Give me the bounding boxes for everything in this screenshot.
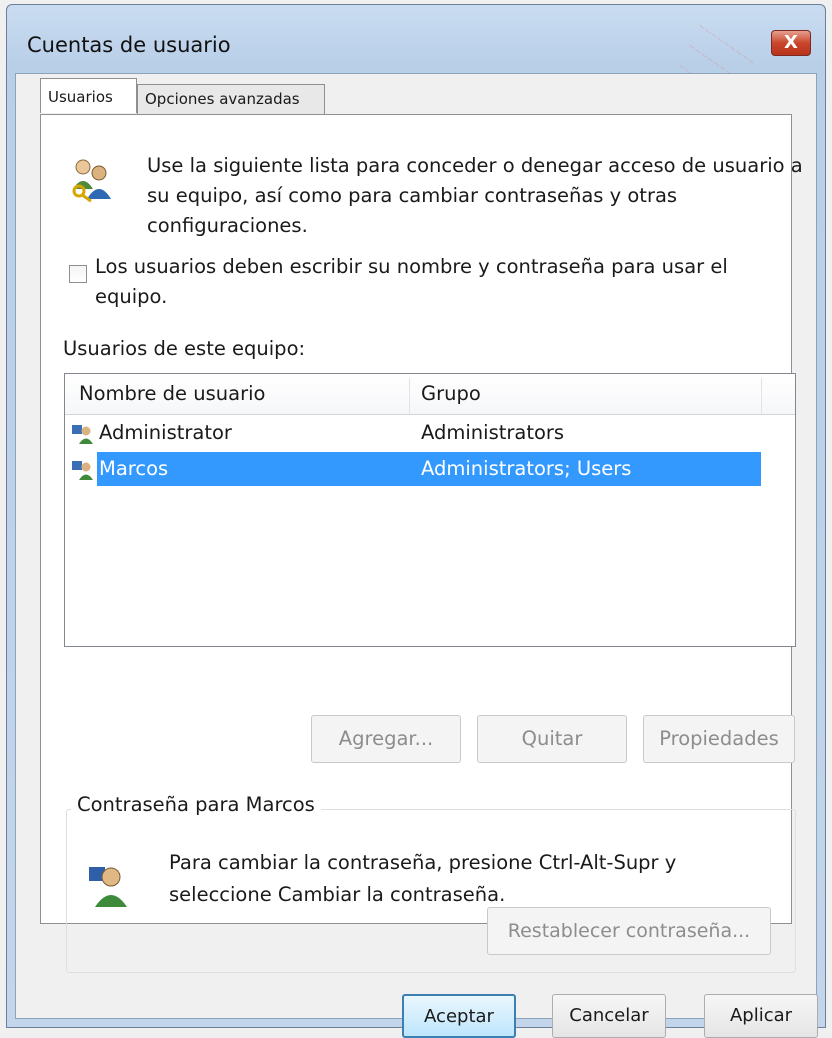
apply-button[interactable]: Aplicar <box>704 994 818 1038</box>
list-header: Nombre de usuario Grupo <box>65 374 795 415</box>
close-button[interactable]: X <box>771 30 811 56</box>
user-account-icon <box>72 461 93 480</box>
tab-usuarios[interactable]: Usuarios <box>40 78 137 113</box>
column-header-group[interactable]: Grupo <box>421 374 761 414</box>
table-row[interactable]: Marcos Administrators; Users <box>69 452 761 486</box>
require-login-label[interactable]: Los usuarios deben escribir su nombre y … <box>95 252 775 312</box>
user-account-icon <box>72 425 93 444</box>
require-login-checkbox[interactable] <box>69 265 87 283</box>
window-title: Cuentas de usuario <box>27 33 231 57</box>
dialog-client-area: Usuarios Opciones avanzadas Use la sigui… <box>15 73 818 1038</box>
close-icon: X <box>784 32 798 53</box>
user-accounts-window: ~~~~~~~~~ ~~~~~~~~~~ ~~~~~~~~~~~ ~~~~~~~… <box>6 4 826 1038</box>
dialog-button-bar: Aceptar Cancelar Aplicar <box>16 958 818 1038</box>
column-divider[interactable] <box>761 378 762 414</box>
tab-panel-usuarios: Use la siguiente lista para conceder o d… <box>40 114 803 973</box>
cancel-button[interactable]: Cancelar <box>552 994 666 1038</box>
password-group-title: Contraseña para Marcos <box>71 793 321 816</box>
users-keys-icon <box>72 159 111 203</box>
tab-opciones-avanzadas[interactable]: Opciones avanzadas <box>137 84 325 114</box>
group-cell: Administrators; Users <box>421 457 632 480</box>
table-row[interactable]: Administrator Administrators <box>69 416 761 450</box>
ok-button[interactable]: Aceptar <box>402 994 516 1038</box>
username-cell: Marcos <box>99 457 169 480</box>
add-user-button[interactable]: Agregar... <box>311 715 461 763</box>
column-header-username[interactable]: Nombre de usuario <box>79 374 409 414</box>
users-list-label: Usuarios de este equipo: <box>63 337 306 360</box>
intro-description: Use la siguiente lista para conceder o d… <box>147 154 803 237</box>
group-cell: Administrators <box>421 421 565 444</box>
reset-password-button[interactable]: Restablecer contraseña... <box>487 907 771 955</box>
users-listview[interactable]: Nombre de usuario Grupo Administrator Ad… <box>64 373 796 647</box>
title-bar[interactable]: Cuentas de usuario X <box>7 5 825 81</box>
remove-user-button[interactable]: Quitar <box>477 715 627 763</box>
username-cell: Administrator <box>99 421 232 444</box>
column-divider[interactable] <box>409 378 410 414</box>
password-instructions: Para cambiar la contraseña, presione Ctr… <box>169 851 677 906</box>
properties-button[interactable]: Propiedades <box>643 715 795 763</box>
user-password-icon <box>89 867 127 907</box>
